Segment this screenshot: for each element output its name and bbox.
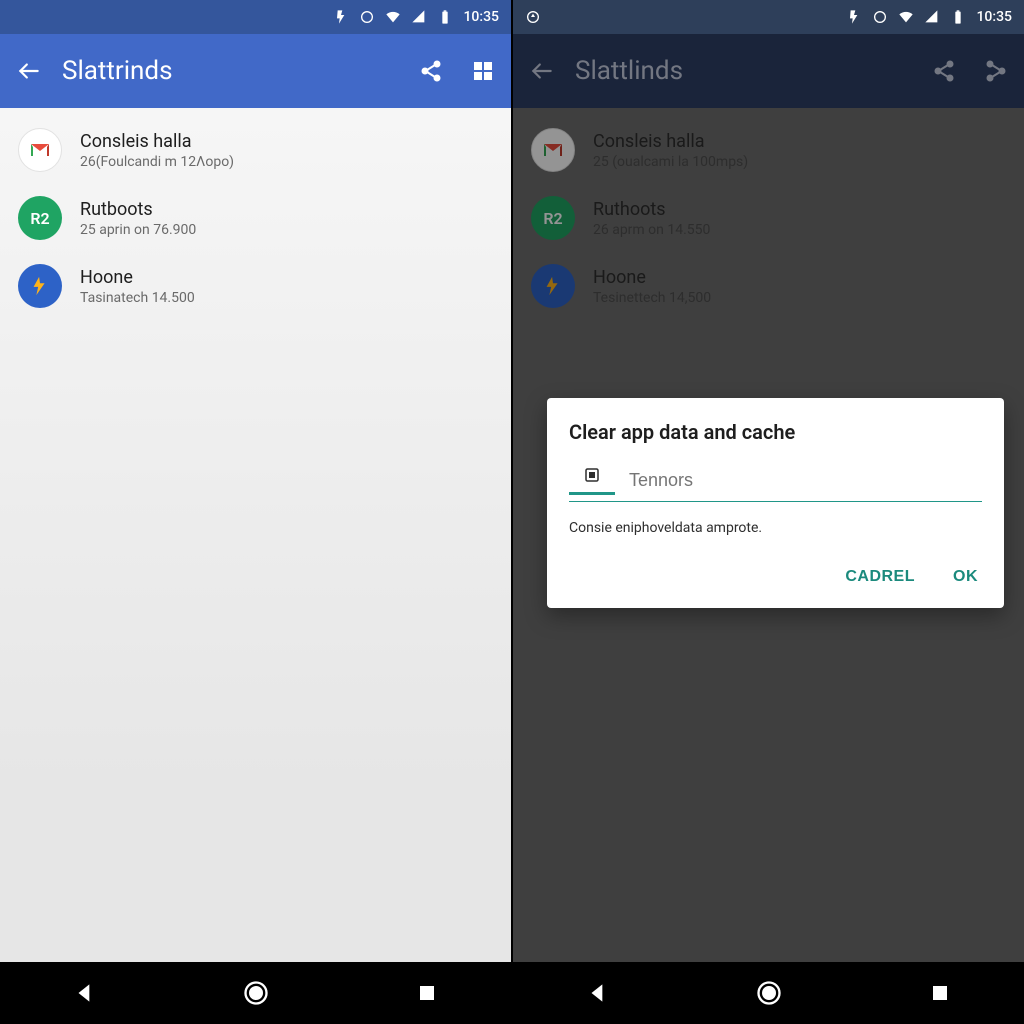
ok-button[interactable]: OK <box>949 560 982 594</box>
list-item[interactable]: R2 Rutboots 25 aprin on 76.900 <box>0 184 511 252</box>
nav-bar <box>0 962 511 1024</box>
signal-icon <box>411 9 427 25</box>
nav-home[interactable] <box>242 979 270 1007</box>
nav-home[interactable] <box>755 979 783 1007</box>
checkbox-icon[interactable] <box>583 466 601 488</box>
r2-icon: R2 <box>18 196 62 240</box>
cancel-button[interactable]: CADREL <box>841 560 919 594</box>
nav-bar <box>513 962 1024 1024</box>
clear-data-dialog: Clear app data and cache Consie eniphove… <box>547 398 1004 608</box>
status-time: 10:35 <box>463 9 499 25</box>
status-time: 10:35 <box>976 9 1012 25</box>
dialog-input[interactable] <box>629 470 982 491</box>
wifi-icon <box>385 9 401 25</box>
dialog-title: Clear app data and cache <box>569 420 982 444</box>
item-title: Hoone <box>80 267 195 288</box>
grid-button[interactable] <box>471 59 495 83</box>
battery-icon <box>437 9 453 25</box>
nav-back[interactable] <box>72 980 98 1006</box>
arc-icon <box>359 9 375 25</box>
back-button[interactable] <box>16 58 42 84</box>
nav-back[interactable] <box>585 980 611 1006</box>
phone-left: 10:35 Slattrinds <box>0 0 511 1024</box>
item-title: Rutboots <box>80 199 196 220</box>
wifi-icon <box>898 9 914 25</box>
item-subtitle: Tasinatech 14.500 <box>80 290 195 306</box>
item-title: Consleis halla <box>80 131 234 152</box>
app-bar: Slattrinds <box>0 34 511 108</box>
status-bar: 10:35 <box>513 0 1024 34</box>
item-subtitle: 26(Foulcandi m 12Λopo) <box>80 154 234 170</box>
arc-icon <box>872 9 888 25</box>
share-button[interactable] <box>419 59 443 83</box>
phone-right: 10:35 Slattlinds <box>513 0 1024 1024</box>
battery-icon <box>950 9 966 25</box>
nav-recents[interactable] <box>415 981 439 1005</box>
gmail-icon <box>18 128 62 172</box>
app-list: Consleis halla 26(Foulcandi m 12Λopo) R2… <box>0 108 511 962</box>
nav-recents[interactable] <box>928 981 952 1005</box>
status-bar: 10:35 <box>0 0 511 34</box>
flash-icon <box>333 9 349 25</box>
sync-icon <box>525 9 541 25</box>
list-item[interactable]: Consleis halla 26(Foulcandi m 12Λopo) <box>0 116 511 184</box>
flash-icon <box>846 9 862 25</box>
bolt-icon <box>18 264 62 308</box>
signal-icon <box>924 9 940 25</box>
dialog-hint: Consie eniphoveldata amprote. <box>569 520 982 536</box>
item-subtitle: 25 aprin on 76.900 <box>80 222 196 238</box>
list-item[interactable]: Hoone Tasinatech 14.500 <box>0 252 511 320</box>
app-title: Slattrinds <box>62 56 419 86</box>
